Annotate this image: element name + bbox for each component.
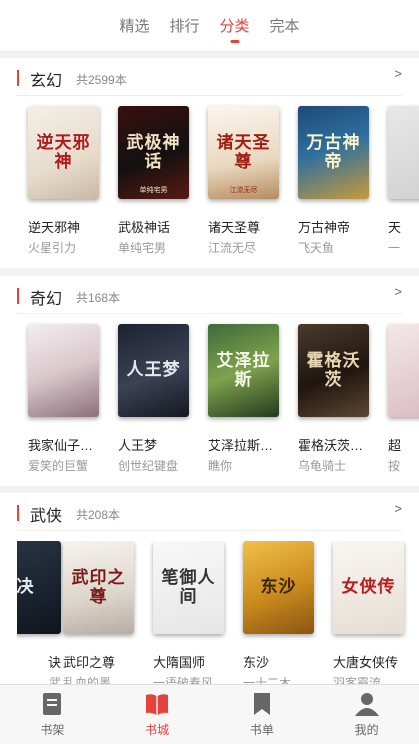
section-title: 玄幻	[30, 73, 63, 90]
section-header: 武侠 共208本 >	[17, 493, 402, 531]
profile-icon	[354, 693, 379, 716]
book-cover: 万古神帝	[298, 106, 369, 199]
bottom-nav-bar: 书架 书城 书单 我的	[0, 684, 419, 744]
section-more-chevron-icon[interactable]: >	[394, 501, 402, 516]
nav-bookshelf[interactable]: 书架	[0, 685, 105, 744]
book-cover: 人王梦	[118, 324, 189, 417]
tab-category[interactable]: 分类	[220, 11, 250, 40]
book-title: 艾泽拉斯…	[208, 438, 274, 453]
book-author: 羽客霞流	[333, 676, 382, 684]
book-author: 一语破春风	[153, 676, 214, 684]
book-cover: 决	[17, 541, 61, 634]
section-accent-bar	[17, 288, 19, 304]
section-header: 奇幻 共168本 >	[17, 276, 402, 314]
book-author: 一	[388, 241, 401, 255]
section-title: 武侠	[30, 508, 63, 525]
bookstore-icon	[146, 694, 169, 715]
section-accent-bar	[17, 70, 19, 86]
book-cover: 霍格沃茨	[298, 324, 369, 417]
book-cover: 艾泽拉斯	[208, 324, 279, 417]
book-title: 逆天邪神	[28, 220, 81, 235]
book-title: 武印之尊	[63, 655, 116, 670]
tab-completed[interactable]: 完本	[270, 11, 300, 40]
book-author: 爱笑的巨蟹	[28, 459, 89, 473]
book-cover: 武极神话 单纯宅男	[118, 106, 189, 199]
book-author: 武	[48, 676, 61, 684]
nav-label: 书城	[145, 723, 170, 737]
book-title: 大隋国师	[153, 655, 206, 670]
section-title: 奇幻	[30, 291, 63, 308]
booklist-icon	[253, 693, 270, 715]
book-cover	[28, 324, 99, 417]
book-cover: 东沙	[243, 541, 314, 634]
book-title: 武极神话	[118, 220, 171, 235]
book-title: 诀	[47, 655, 61, 670]
book-title: 大唐女侠传	[333, 655, 399, 670]
section-header: 玄幻 共2599本 >	[17, 58, 402, 96]
section-book-count: 共2599本	[76, 73, 127, 87]
nav-profile[interactable]: 我的	[314, 685, 419, 744]
book-cover: 武印之尊	[63, 541, 134, 634]
section-accent-bar	[17, 505, 19, 521]
book-author: 乱血的墨	[63, 676, 112, 684]
book-author: 飞天鱼	[298, 241, 335, 255]
book-cover: 诸天圣尊 江流无尽	[208, 106, 279, 199]
book-row: 逆天邪神 逆天邪神 火星引力 武极神话 单纯宅男 武极神话 单纯宅男 诸天圣尊 江流…	[0, 106, 419, 268]
book-author: 火星引力	[28, 241, 77, 255]
book-author: 乌龟骑士	[298, 459, 347, 473]
tab-featured[interactable]: 精选	[119, 11, 149, 40]
top-tab-bar: 精选 排行 分类 完本	[0, 0, 419, 52]
nav-label: 书架	[40, 723, 65, 737]
book-author: 单纯宅男	[118, 241, 167, 255]
book-title: 霍格沃茨…	[298, 438, 364, 453]
book-cover: 女侠传	[333, 541, 404, 634]
book-cover	[388, 324, 419, 417]
nav-label: 书单	[249, 723, 274, 737]
bookshelf-icon	[43, 693, 62, 715]
book-title: 人王梦	[118, 438, 158, 453]
tab-ranking[interactable]: 排行	[169, 11, 199, 40]
book-row: 决 诀 武 武印之尊 武印之尊 乱血的墨 笔御人间 大隋国师 一语破春风 东沙 …	[17, 541, 419, 684]
category-section-wuxia: 武侠 共208本 > 决 诀 武 武印之尊 武印之尊 乱血的墨 笔御人间 大隋国…	[0, 493, 419, 684]
section-more-chevron-icon[interactable]: >	[394, 66, 402, 81]
book-author: 一十二木	[243, 676, 292, 684]
section-book-count: 共168本	[76, 291, 121, 305]
book-author: 江流无尽	[208, 241, 257, 255]
book-author: 按	[388, 459, 401, 473]
book-title: 万古神帝	[298, 220, 351, 235]
book-cover	[388, 106, 419, 199]
book-title: 超	[388, 438, 402, 453]
book-author: 瞧你	[208, 459, 233, 473]
book-title: 天	[388, 220, 402, 235]
nav-bookstore[interactable]: 书城	[105, 685, 210, 744]
nav-booklist[interactable]: 书单	[210, 685, 315, 744]
book-title: 东沙	[243, 655, 270, 670]
book-author: 创世纪键盘	[118, 459, 179, 473]
section-book-count: 共208本	[76, 508, 121, 522]
category-section-qihuan: 奇幻 共168本 > 我家仙子… 爱笑的巨蟹 人王梦 人王梦 创世纪键盘 艾泽拉…	[0, 276, 419, 486]
book-cover: 笔御人间	[153, 541, 224, 634]
book-title: 我家仙子…	[28, 438, 94, 453]
nav-label: 我的	[354, 723, 379, 737]
book-title: 诸天圣尊	[208, 220, 261, 235]
book-cover: 逆天邪神	[28, 106, 99, 199]
category-section-xuanhuan: 玄幻 共2599本 > 逆天邪神 逆天邪神 火星引力 武极神话 单纯宅男 武极神话…	[0, 58, 419, 268]
book-row: 我家仙子… 爱笑的巨蟹 人王梦 人王梦 创世纪键盘 艾泽拉斯 艾泽拉斯… 瞧你 …	[0, 324, 419, 486]
section-more-chevron-icon[interactable]: >	[394, 284, 402, 299]
